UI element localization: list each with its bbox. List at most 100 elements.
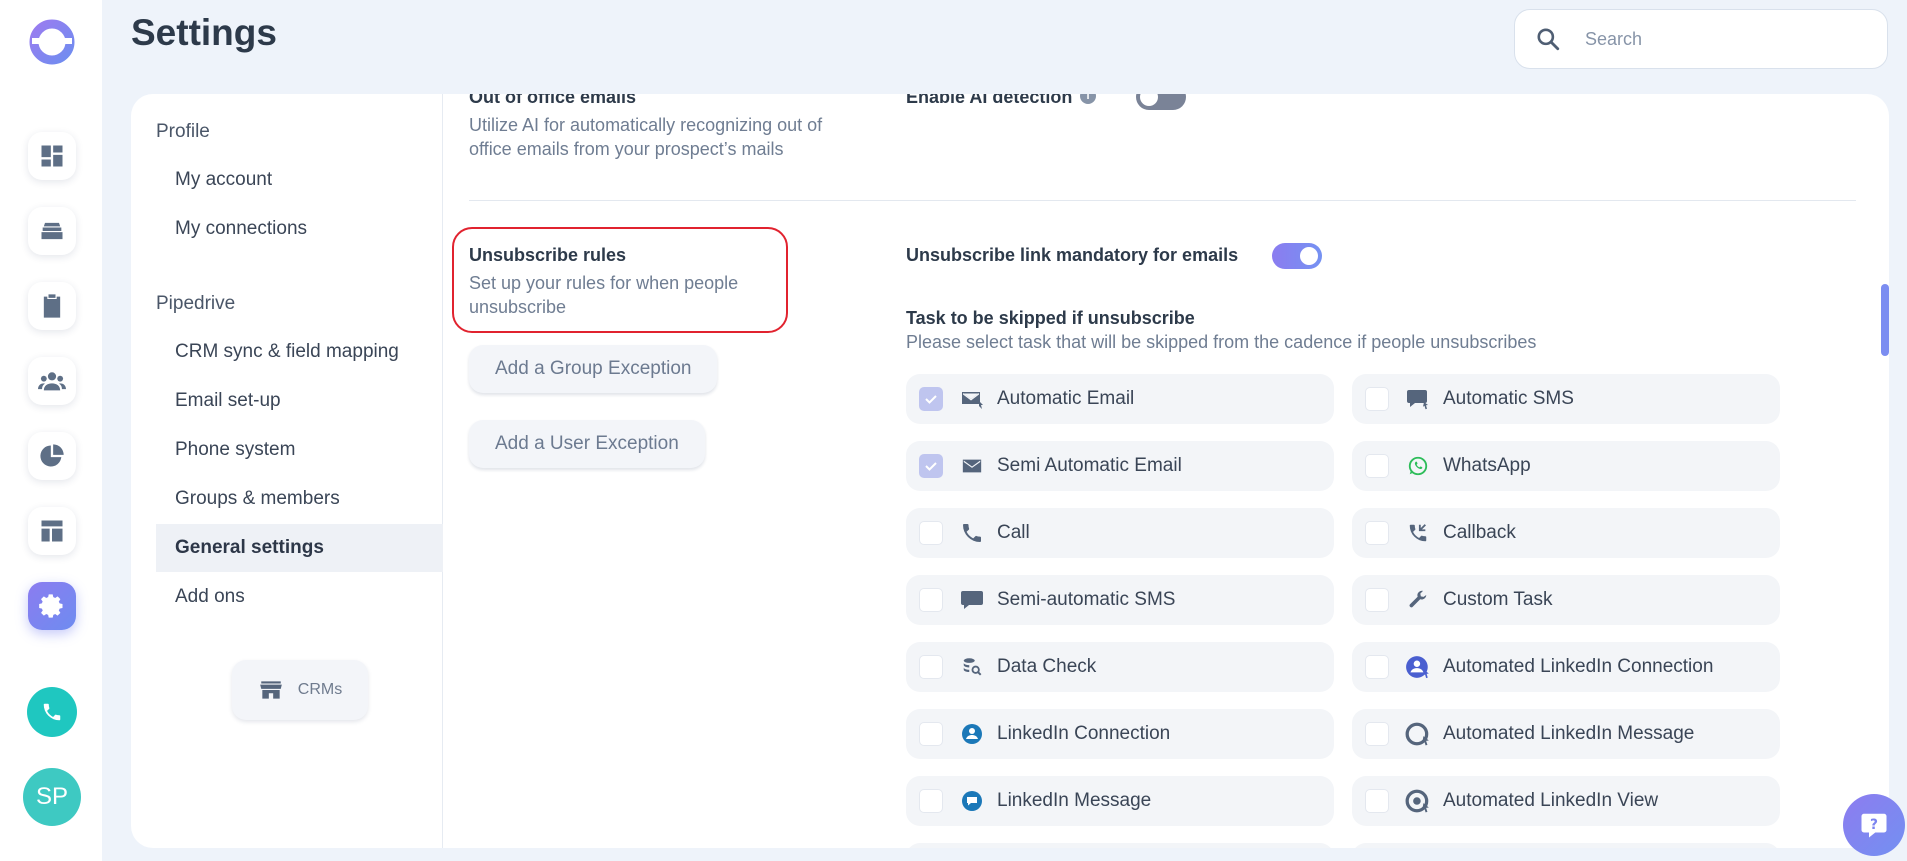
auto-email-icon <box>959 386 985 412</box>
task-automatic-sms[interactable]: Automatic SMS <box>1352 374 1780 424</box>
task-checkbox[interactable] <box>1365 387 1389 411</box>
task-checkbox[interactable] <box>919 655 943 679</box>
task-automated-linkedin-message[interactable]: Automated LinkedIn Message <box>1352 709 1780 759</box>
task-checkbox[interactable] <box>919 722 943 746</box>
unsubscribe-title: Unsubscribe rules <box>469 245 627 265</box>
task-row-partial[interactable] <box>1352 843 1780 848</box>
ai-detection-toggle[interactable] <box>1136 94 1186 110</box>
auto-sms-icon <box>1405 386 1431 412</box>
task-checkbox[interactable] <box>919 789 943 813</box>
whatsapp-icon <box>1405 453 1431 479</box>
task-call[interactable]: Call <box>906 508 1334 558</box>
templates-nav-button[interactable] <box>28 507 76 555</box>
auto-linkedin-view-icon <box>1405 788 1431 814</box>
task-automated-linkedin-view[interactable]: Automated LinkedIn View <box>1352 776 1780 826</box>
dashboard-nav-button[interactable] <box>28 132 76 180</box>
contacts-nav-button[interactable] <box>28 357 76 405</box>
task-row-partial[interactable] <box>906 843 1334 848</box>
pie-chart-icon <box>40 444 64 467</box>
task-checkbox[interactable] <box>919 387 943 411</box>
task-checkbox[interactable] <box>1365 588 1389 612</box>
task-semi-automatic-email[interactable]: Semi Automatic Email <box>906 441 1334 491</box>
task-automatic-email[interactable]: Automatic Email <box>906 374 1334 424</box>
nav-item-groups-members[interactable]: Groups & members <box>156 475 443 523</box>
nav-item-my-connections[interactable]: My connections <box>156 205 443 253</box>
task-checkbox[interactable] <box>1365 789 1389 813</box>
task-whatsapp[interactable]: WhatsApp <box>1352 441 1780 491</box>
task-label: LinkedIn Connection <box>997 723 1171 744</box>
task-checkbox[interactable] <box>919 454 943 478</box>
help-chat-button[interactable]: ? <box>1843 794 1905 856</box>
svg-text:?: ? <box>1870 817 1878 833</box>
crms-button-label: CRMs <box>297 681 343 698</box>
linkedin-connection-icon <box>959 721 985 747</box>
section-divider <box>469 200 1856 201</box>
app-logo-icon[interactable] <box>28 18 76 66</box>
task-checkbox[interactable] <box>919 521 943 545</box>
task-label: Data Check <box>997 656 1097 677</box>
nav-item-my-account[interactable]: My account <box>156 156 443 204</box>
task-label: Automatic SMS <box>1443 388 1574 409</box>
task-label: Semi-automatic SMS <box>997 589 1176 610</box>
search-icon <box>1537 28 1560 51</box>
gear-icon <box>39 594 63 618</box>
crms-button[interactable]: CRMs <box>232 660 368 720</box>
search-input[interactable] <box>1585 28 1865 50</box>
scrollbar-thumb[interactable] <box>1881 284 1889 356</box>
task-checkbox[interactable] <box>1365 454 1389 478</box>
settings-card: Profile My account My connections Pipedr… <box>131 94 1889 848</box>
skip-task-title: Task to be skipped if unsubscribe <box>906 308 1195 328</box>
tasks-nav-button[interactable] <box>28 282 76 330</box>
add-user-exception-button[interactable]: Add a User Exception <box>469 420 705 468</box>
task-checkbox[interactable] <box>1365 655 1389 679</box>
task-label: Automated LinkedIn Connection <box>1443 656 1714 677</box>
ooo-description: Utilize AI for automatically recognizing… <box>469 115 823 159</box>
clipboard-icon <box>43 294 61 318</box>
settings-content: Out of office emails Utilize AI for auto… <box>443 94 1889 848</box>
dialer-button[interactable] <box>27 687 77 737</box>
nav-item-email-setup[interactable]: Email set-up <box>156 377 443 425</box>
auto-linkedin-connection-icon <box>1405 654 1431 680</box>
task-automated-linkedin-connection[interactable]: Automated LinkedIn Connection <box>1352 642 1780 692</box>
callback-icon <box>1405 520 1431 546</box>
task-checkbox[interactable] <box>919 588 943 612</box>
task-checkbox[interactable] <box>1365 521 1389 545</box>
check-icon <box>925 462 937 471</box>
task-linkedin-connection[interactable]: LinkedIn Connection <box>906 709 1334 759</box>
info-icon[interactable]: i <box>1080 94 1096 104</box>
task-data-check[interactable]: Data Check <box>906 642 1334 692</box>
task-label: LinkedIn Message <box>997 790 1152 811</box>
task-label: Custom Task <box>1443 589 1553 610</box>
check-icon <box>925 395 937 404</box>
nav-item-add-ons[interactable]: Add ons <box>156 573 443 621</box>
task-semi-automatic-sms[interactable]: Semi-automatic SMS <box>906 575 1334 625</box>
page-title: Settings <box>131 12 277 53</box>
nav-item-general-settings[interactable]: General settings <box>156 524 443 572</box>
inbox-stack-icon <box>41 222 63 240</box>
auto-linkedin-message-icon <box>1405 721 1431 747</box>
search-box[interactable] <box>1514 9 1888 69</box>
task-custom-task[interactable]: Custom Task <box>1352 575 1780 625</box>
unsubscribe-description: Set up your rules for when people unsubs… <box>469 273 739 317</box>
settings-nav-button[interactable] <box>28 582 76 630</box>
nav-item-crm-sync[interactable]: CRM sync & field mapping <box>156 328 443 376</box>
task-label: Semi Automatic Email <box>997 455 1182 476</box>
store-icon <box>259 681 282 699</box>
skip-task-description: Please select task that will be skipped … <box>906 332 1537 352</box>
task-label: Automatic Email <box>997 388 1135 409</box>
task-callback[interactable]: Callback <box>1352 508 1780 558</box>
layout-icon <box>41 520 63 542</box>
data-check-icon <box>959 654 985 680</box>
add-group-exception-button[interactable]: Add a Group Exception <box>469 345 718 393</box>
settings-nav: Profile My account My connections Pipedr… <box>131 94 443 848</box>
task-linkedin-message[interactable]: LinkedIn Message <box>906 776 1334 826</box>
analytics-nav-button[interactable] <box>28 432 76 480</box>
left-rail: SP <box>0 0 102 861</box>
task-checkbox[interactable] <box>1365 722 1389 746</box>
people-icon <box>38 372 66 391</box>
inbox-nav-button[interactable] <box>28 207 76 255</box>
unsubscribe-link-toggle[interactable] <box>1272 243 1322 269</box>
task-label: Callback <box>1443 522 1516 543</box>
nav-item-phone-system[interactable]: Phone system <box>156 426 443 474</box>
user-avatar[interactable]: SP <box>23 768 81 826</box>
